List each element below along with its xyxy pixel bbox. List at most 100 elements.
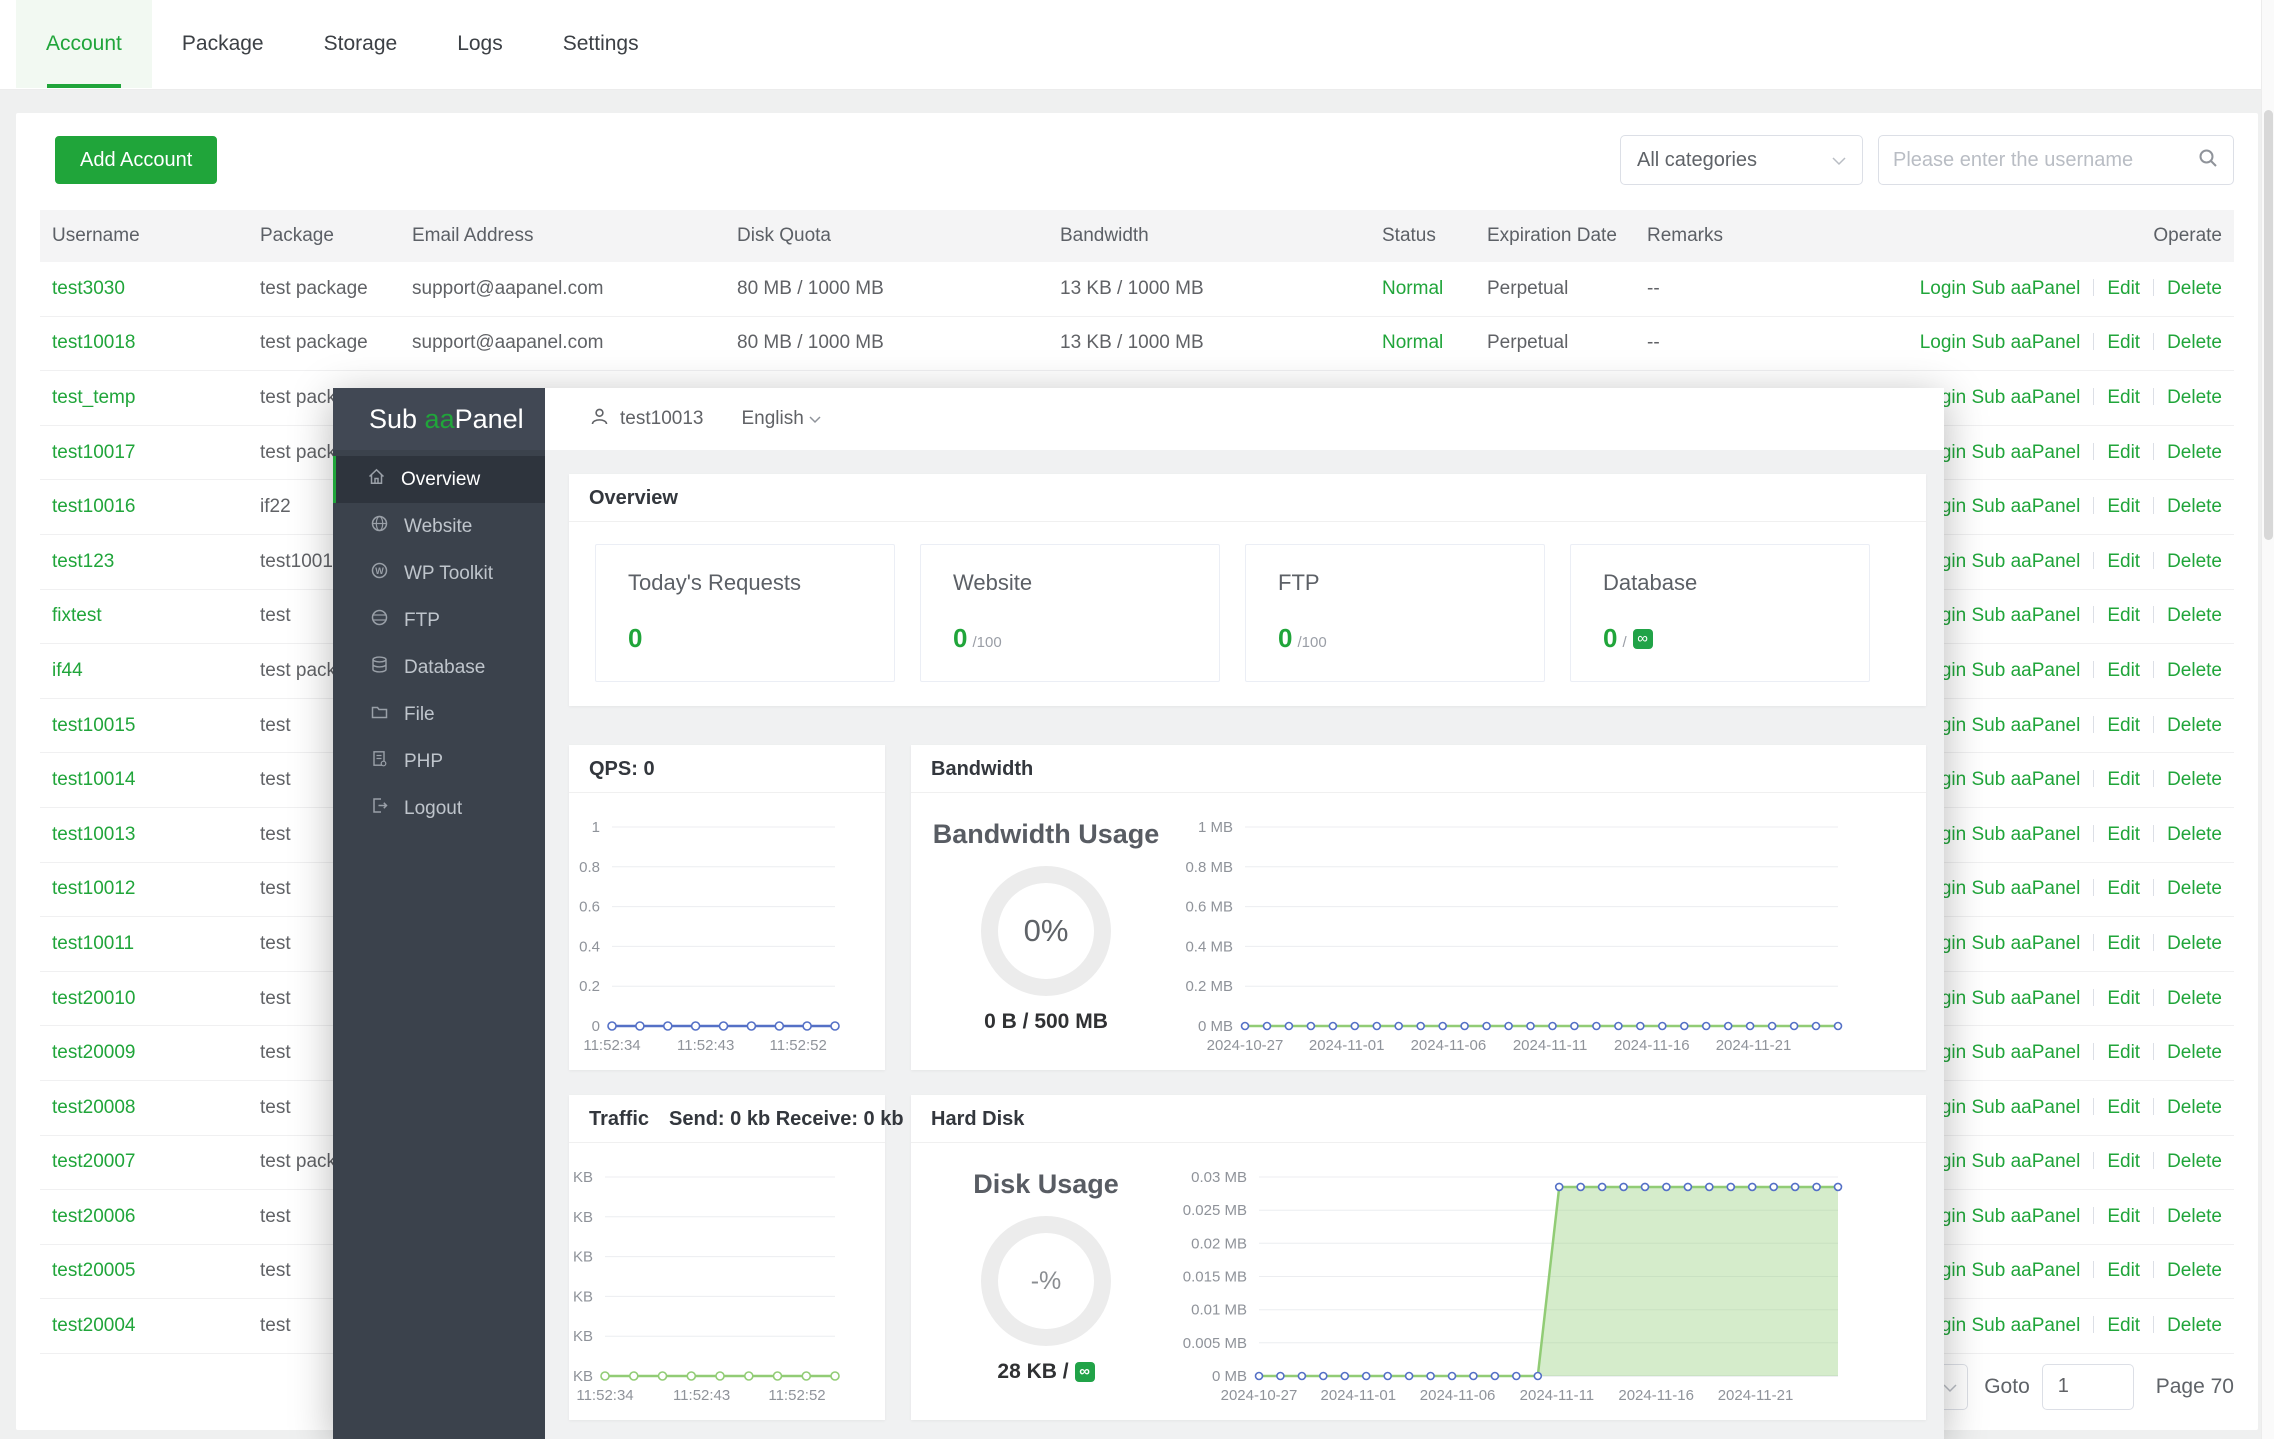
delete-link[interactable]: Delete	[2167, 878, 2222, 899]
language-select[interactable]: English	[741, 408, 820, 430]
delete-link[interactable]: Delete	[2167, 442, 2222, 463]
edit-link[interactable]: Edit	[2107, 332, 2140, 353]
delete-link[interactable]: Delete	[2167, 824, 2222, 845]
cell-username[interactable]: test20006	[40, 1206, 248, 1228]
delete-link[interactable]: Delete	[2167, 1260, 2222, 1281]
edit-link[interactable]: Edit	[2107, 442, 2140, 463]
edit-link[interactable]: Edit	[2107, 1042, 2140, 1063]
cell-username[interactable]: test10011	[40, 933, 248, 955]
disk-percent: -%	[1031, 1267, 1062, 1296]
category-filter-select[interactable]: All categories	[1620, 135, 1863, 185]
edit-link[interactable]: Edit	[2107, 278, 2140, 299]
edit-link[interactable]: Edit	[2107, 496, 2140, 517]
delete-link[interactable]: Delete	[2167, 769, 2222, 790]
cell-username[interactable]: test20004	[40, 1315, 248, 1337]
delete-link[interactable]: Delete	[2167, 1315, 2222, 1336]
delete-link[interactable]: Delete	[2167, 496, 2222, 517]
tab-package[interactable]: Package	[152, 0, 294, 88]
delete-link[interactable]: Delete	[2167, 387, 2222, 408]
table-header-row: UsernamePackageEmail AddressDisk QuotaBa…	[40, 210, 2234, 262]
sidebar-item-php[interactable]: PHP	[333, 738, 545, 785]
cell-username[interactable]: test3030	[40, 278, 248, 300]
cell-quota: 80 MB / 1000 MB	[725, 278, 1048, 300]
divider	[2153, 279, 2154, 296]
cell-username[interactable]: test10015	[40, 715, 248, 737]
sidebar-item-overview[interactable]: Overview	[333, 456, 545, 503]
tab-settings[interactable]: Settings	[533, 0, 669, 88]
edit-link[interactable]: Edit	[2107, 824, 2140, 845]
delete-link[interactable]: Delete	[2167, 605, 2222, 626]
delete-link[interactable]: Delete	[2167, 1151, 2222, 1172]
svg-text:0.4: 0.4	[579, 938, 600, 955]
cell-username[interactable]: test10016	[40, 496, 248, 518]
sidebar-item-label: Overview	[401, 469, 480, 491]
cell-username[interactable]: test_temp	[40, 387, 248, 409]
edit-link[interactable]: Edit	[2107, 1097, 2140, 1118]
edit-link[interactable]: Edit	[2107, 1260, 2140, 1281]
cell-username[interactable]: test20010	[40, 988, 248, 1010]
delete-link[interactable]: Delete	[2167, 1206, 2222, 1227]
sidebar-item-logout[interactable]: Logout	[333, 785, 545, 832]
delete-link[interactable]: Delete	[2167, 1097, 2222, 1118]
delete-link[interactable]: Delete	[2167, 332, 2222, 353]
cell-username[interactable]: test10017	[40, 442, 248, 464]
svg-text:KB: KB	[573, 1368, 593, 1385]
goto-page-input[interactable]	[2042, 1364, 2134, 1410]
cell-username[interactable]: test10012	[40, 878, 248, 900]
cell-username[interactable]: test123	[40, 551, 248, 573]
edit-link[interactable]: Edit	[2107, 1315, 2140, 1336]
user-menu[interactable]: test10013	[589, 406, 703, 433]
divider	[2093, 333, 2094, 350]
edit-link[interactable]: Edit	[2107, 605, 2140, 626]
cell-username[interactable]: test10013	[40, 824, 248, 846]
tab-logs[interactable]: Logs	[427, 0, 533, 88]
cell-username[interactable]: test20008	[40, 1097, 248, 1119]
search-icon[interactable]	[2197, 147, 2219, 174]
qps-panel: QPS: 0 10.80.60.40.2011:52:3411:52:4311:…	[569, 745, 885, 1070]
edit-link[interactable]: Edit	[2107, 1206, 2140, 1227]
delete-link[interactable]: Delete	[2167, 933, 2222, 954]
delete-link[interactable]: Delete	[2167, 715, 2222, 736]
edit-link[interactable]: Edit	[2107, 878, 2140, 899]
svg-text:1 MB: 1 MB	[1198, 819, 1233, 836]
edit-link[interactable]: Edit	[2107, 769, 2140, 790]
login-sub-aapanel-link[interactable]: Login Sub aaPanel	[1920, 278, 2081, 299]
sidebar-item-label: WP Toolkit	[404, 563, 493, 585]
page-scrollbar[interactable]	[2261, 0, 2274, 1439]
delete-link[interactable]: Delete	[2167, 1042, 2222, 1063]
username-search-input[interactable]	[1893, 149, 2197, 172]
login-sub-aapanel-link[interactable]: Login Sub aaPanel	[1920, 332, 2081, 353]
cell-username[interactable]: fixtest	[40, 605, 248, 627]
sidebar-item-ftp[interactable]: FTP	[333, 597, 545, 644]
delete-link[interactable]: Delete	[2167, 988, 2222, 1009]
scrollbar-thumb[interactable]	[2264, 110, 2273, 540]
cell-username[interactable]: test20009	[40, 1042, 248, 1064]
hard-disk-panel-title: Hard Disk	[911, 1095, 1926, 1143]
sidebar-item-database[interactable]: Database	[333, 644, 545, 691]
delete-link[interactable]: Delete	[2167, 660, 2222, 681]
edit-link[interactable]: Edit	[2107, 933, 2140, 954]
svg-text:11:52:34: 11:52:34	[583, 1037, 640, 1054]
edit-link[interactable]: Edit	[2107, 1151, 2140, 1172]
cell-username[interactable]: test10014	[40, 769, 248, 791]
cell-username[interactable]: test10018	[40, 332, 248, 354]
edit-link[interactable]: Edit	[2107, 988, 2140, 1009]
sidebar-item-wp-toolkit[interactable]: WWP Toolkit	[333, 550, 545, 597]
cell-username[interactable]: test20007	[40, 1151, 248, 1173]
add-account-button[interactable]: Add Account	[55, 136, 217, 184]
bandwidth-panel-title: Bandwidth	[911, 745, 1926, 793]
edit-link[interactable]: Edit	[2107, 715, 2140, 736]
delete-link[interactable]: Delete	[2167, 551, 2222, 572]
divider	[2093, 279, 2094, 296]
sidebar-item-file[interactable]: File	[333, 691, 545, 738]
tab-account[interactable]: Account	[16, 0, 152, 88]
edit-link[interactable]: Edit	[2107, 551, 2140, 572]
edit-link[interactable]: Edit	[2107, 387, 2140, 408]
sidebar-item-website[interactable]: Website	[333, 503, 545, 550]
tab-storage[interactable]: Storage	[294, 0, 428, 88]
cell-username[interactable]: if44	[40, 660, 248, 682]
cell-username[interactable]: test20005	[40, 1260, 248, 1282]
delete-link[interactable]: Delete	[2167, 278, 2222, 299]
divider	[2153, 989, 2154, 1006]
edit-link[interactable]: Edit	[2107, 660, 2140, 681]
